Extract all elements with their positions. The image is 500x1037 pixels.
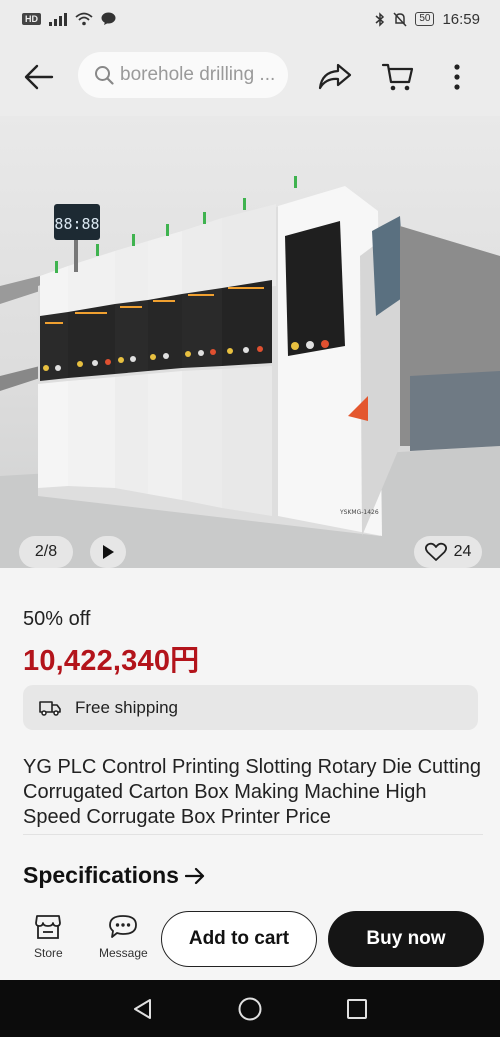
divider [23, 834, 483, 835]
status-left: HD [22, 12, 116, 26]
cart-icon [381, 63, 414, 91]
search-input[interactable]: borehole drilling ... [78, 52, 288, 98]
play-icon [103, 545, 114, 559]
play-video-button[interactable] [90, 536, 126, 568]
store-icon [35, 915, 62, 939]
back-button[interactable] [20, 58, 58, 96]
price: 10,422,340円 [23, 645, 200, 677]
search-placeholder: borehole drilling ... [120, 64, 276, 85]
machine-model-label: YSKMG-1426 [339, 509, 379, 516]
arrow-right-icon [184, 867, 205, 884]
discount-label: 50% off [23, 608, 91, 630]
nav-back-icon[interactable] [131, 997, 155, 1021]
buy-now-button[interactable]: Buy now [328, 911, 484, 967]
product-image: 88:88 YSKMG-1426 [0, 176, 500, 568]
store-button[interactable]: Store [34, 914, 63, 960]
shipping-text: Free shipping [75, 697, 179, 717]
nav-home-icon[interactable] [237, 996, 263, 1022]
back-arrow-icon [24, 64, 54, 90]
message-button[interactable]: Message [99, 914, 148, 960]
cart-button[interactable] [378, 58, 418, 96]
signal-icon [49, 12, 67, 26]
top-bar: borehole drilling ... [0, 38, 500, 116]
bottom-action-bar: Store Message Add to cart Buy now [0, 898, 500, 980]
chat-app-icon [101, 12, 116, 25]
display-digits: 88:88 [54, 215, 99, 233]
like-count: 24 [453, 543, 472, 560]
status-bar: HD 50 16:59 [0, 0, 500, 38]
product-info: 50% off 10,422,340円 Free shipping YG PLC… [0, 590, 500, 920]
heart-icon [424, 542, 447, 561]
share-button[interactable] [315, 58, 355, 96]
product-page: { "status_bar": { "network_label": "HD",… [0, 0, 500, 1037]
image-counter: 2/8 [19, 536, 73, 568]
status-right: 50 16:59 [375, 11, 480, 28]
wifi-icon [75, 12, 93, 26]
system-navigation-bar [0, 980, 500, 1037]
message-icon [109, 915, 138, 938]
more-options-button[interactable] [442, 58, 472, 96]
battery-icon: 50 [415, 12, 435, 26]
like-button[interactable]: 24 [414, 536, 482, 568]
more-vertical-icon [454, 64, 460, 90]
mute-bell-icon [393, 11, 407, 27]
product-title: YG PLC Control Printing Slotting Rotary … [23, 756, 481, 828]
product-image-gallery[interactable]: 88:88 YSKMG-1426 2/8 24 [0, 116, 500, 568]
shipping-badge[interactable]: Free shipping [23, 685, 478, 730]
add-to-cart-button[interactable]: Add to cart [161, 911, 317, 967]
share-icon [318, 63, 352, 90]
search-icon [95, 66, 114, 85]
clock: 16:59 [442, 10, 480, 28]
network-type-badge: HD [22, 13, 41, 25]
nav-recents-icon[interactable] [345, 997, 369, 1021]
specifications-link[interactable]: Specifications [23, 862, 205, 889]
bluetooth-icon [375, 11, 385, 27]
message-label: Message [99, 946, 148, 960]
truck-icon [39, 700, 61, 716]
store-label: Store [34, 946, 63, 960]
specifications-label: Specifications [23, 862, 179, 888]
